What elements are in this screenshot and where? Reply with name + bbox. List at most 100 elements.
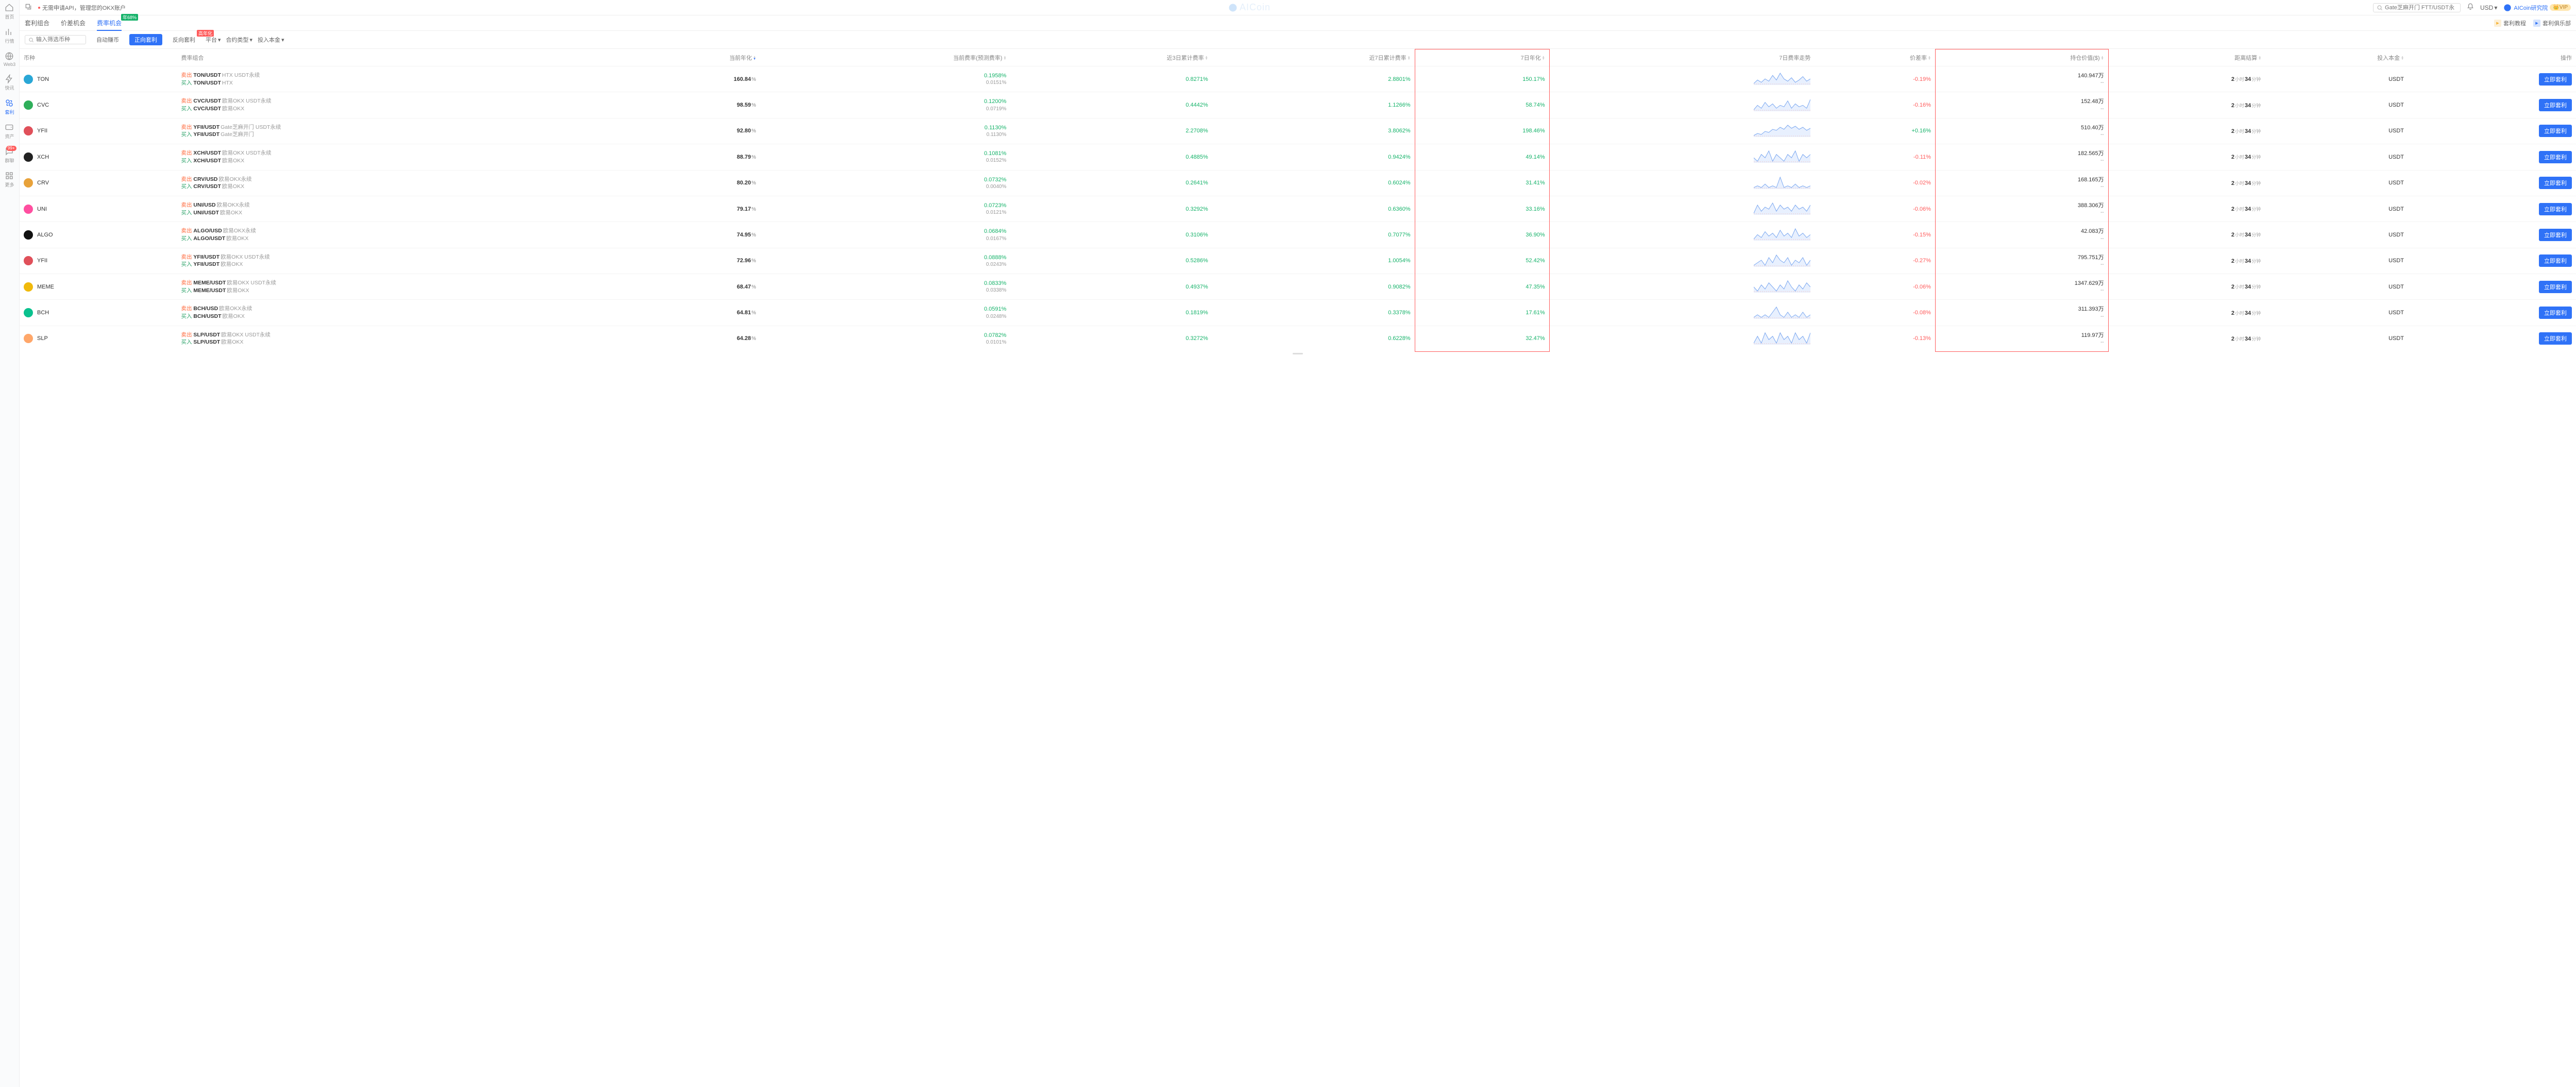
col-header-label: 当前年化 [730,55,752,61]
tab-套利组合[interactable]: 套利组合 [25,15,49,31]
cell-settle: 2小时34分钟 [2108,326,2265,351]
rate-combo: 卖出 MEME/USDT欧易OKX USDT永续买入 MEME/USDT欧易OK… [181,279,614,294]
cell-action: 立即套利 [2408,118,2576,144]
cell-action: 立即套利 [2408,170,2576,196]
col-header-label: 费率组合 [181,55,204,61]
rate-combo: 卖出 CVC/USDT欧易OKX USDT永续买入 CVC/USDT欧易OKX [181,97,614,112]
coin-cell[interactable]: XCH [24,152,173,162]
sparkline [1754,149,1810,163]
coin-filter-search[interactable] [25,35,86,44]
chip-forward-arb[interactable]: 正向套利 [129,34,162,45]
coin-icon [24,256,33,265]
col-header-rate[interactable]: 当前费率(预测费率)▲▼ [760,49,1011,66]
col-header-coin: 币种 [20,49,177,66]
notice-dot-icon [38,7,40,9]
cell-settle: 2小时34分钟 [2108,222,2265,248]
sidebar-item-chart[interactable]: 行情 [5,27,14,44]
bell-icon[interactable] [2467,3,2474,12]
coin-cell[interactable]: YFII [24,126,173,135]
rate-combo: 卖出 ALGO/USD欧易OKX永续买入 ALGO/USDT欧易OKX [181,227,614,242]
tab-价差机会[interactable]: 价差机会 [61,15,86,31]
coin-cell[interactable]: CRV [24,178,173,188]
global-search[interactable] [2373,3,2461,12]
chart-icon [5,27,14,37]
arb-now-button[interactable]: 立即套利 [2539,177,2572,189]
coin-cell[interactable]: TON [24,75,173,84]
cell-rate: 0.0723%0.0121% [760,196,1011,222]
coin-cell[interactable]: ALGO [24,230,173,240]
table-row: UNI卖出 UNI/USD欧易OKX永续买入 UNI/USDT欧易OKX79.1… [20,196,2576,222]
coin-symbol: XCH [37,154,49,160]
chip-reverse-arb[interactable]: 反向套利 高年化 [167,34,200,45]
coin-icon [24,282,33,292]
arb-now-button[interactable]: 立即套利 [2539,307,2572,319]
cell-cum3: 0.3106% [1010,222,1212,248]
col-header-cum3[interactable]: 近3日累计费率▲▼ [1010,49,1212,66]
cell-spread: -0.06% [1815,274,1935,300]
coin-cell[interactable]: MEME [24,282,173,292]
cell-capital: USDT [2265,170,2408,196]
arb-now-button[interactable]: 立即套利 [2539,125,2572,137]
col-header-label: 当前费率(预测费率) [953,55,1002,61]
global-search-input[interactable] [2385,5,2457,11]
sidebar-item-arb[interactable]: 套利 [5,98,14,115]
col-header-capital[interactable]: 投入本金▲▼ [2265,49,2408,66]
chip-auto-earn[interactable]: 自动赚币 [91,34,124,45]
sidebar-item-chat[interactable]: 群聊99+ [5,147,14,164]
arb-now-button[interactable]: 立即套利 [2539,73,2572,86]
sidebar-item-web3[interactable]: Web3 [4,52,15,67]
table-scroll[interactable]: 币种费率组合 当前年化▲▼当前费率(预测费率)▲▼近3日累计费率▲▼近7日累计费率… [20,49,2576,1087]
capital-dropdown[interactable]: 投入本金 ▾ [258,36,284,44]
col-header-label: 近3日累计费率 [1167,55,1204,61]
coin-cell[interactable]: SLP [24,334,173,343]
top-notice[interactable]: 无需申请API，管理您的OKX账户 [38,4,126,12]
cell-spread: +0.16% [1815,118,1935,144]
coin-cell[interactable]: CVC [24,100,173,110]
cell-cum3: 0.8271% [1010,66,1212,92]
tab-费率机会[interactable]: 费率机会年68% [97,15,122,31]
col-header-label: 操作 [2561,55,2572,61]
sidebar-item-flash[interactable]: 快讯 [5,74,14,91]
coin-filter-input[interactable] [36,37,82,43]
contract-type-dropdown[interactable]: 合约类型 ▾ [226,36,253,44]
cell-rate: 0.0888%0.0243% [760,248,1011,274]
sidebar-item-more[interactable]: 更多 [5,171,14,188]
cell-apr7: 150.17% [1415,66,1549,92]
arb-now-button[interactable]: 立即套利 [2539,332,2572,345]
rate-combo: 卖出 CRV/USD欧易OKX永续买入 CRV/USDT欧易OKX [181,176,614,191]
arb-now-button[interactable]: 立即套利 [2539,99,2572,111]
coin-cell[interactable]: YFII [24,256,173,265]
link-label: 套利俱乐部 [2543,19,2571,27]
currency-dropdown[interactable]: USD▾ [2480,4,2497,11]
cell-capital: USDT [2265,118,2408,144]
col-header-hold[interactable]: 持仓价值($)▲▼ [1935,49,2108,66]
coin-icon [24,75,33,84]
popout-icon[interactable] [25,3,32,12]
col-header-cum7[interactable]: 近7日累计费率▲▼ [1212,49,1415,66]
coin-icon [24,152,33,162]
cell-apr: 64.28% [618,326,760,351]
arb-now-button[interactable]: 立即套利 [2539,229,2572,241]
account-menu[interactable]: AICoin研究院 👑VIP [2503,4,2571,12]
platform-dropdown[interactable]: 平台 ▾ [206,36,221,44]
coin-cell[interactable]: UNI [24,205,173,214]
link-套利俱乐部[interactable]: ▸套利俱乐部 [2533,19,2571,27]
arb-now-button[interactable]: 立即套利 [2539,281,2572,293]
col-header-settle[interactable]: 距离结算▲▼ [2108,49,2265,66]
col-header-label: 投入本金 [2377,55,2400,61]
arb-now-button[interactable]: 立即套利 [2539,151,2572,163]
cell-apr7: 32.47% [1415,326,1549,351]
sidebar-item-home[interactable]: 首页 [5,3,14,20]
col-header-apr7[interactable]: 7日年化▲▼ [1415,49,1549,66]
cell-hold: 795.751万-- [1935,248,2108,274]
col-header-spread[interactable]: 价差率▲▼ [1815,49,1935,66]
cell-trend [1549,300,1815,326]
resize-handle[interactable] [20,352,2576,356]
col-header-apr[interactable]: 当前年化▲▼ [618,49,760,66]
coin-cell[interactable]: BCH [24,308,173,317]
arb-now-button[interactable]: 立即套利 [2539,203,2572,215]
link-套利教程[interactable]: ▸套利教程 [2494,19,2526,27]
coin-symbol: CRV [37,180,49,186]
arb-now-button[interactable]: 立即套利 [2539,254,2572,267]
sidebar-item-wallet[interactable]: 资产 [5,123,14,140]
